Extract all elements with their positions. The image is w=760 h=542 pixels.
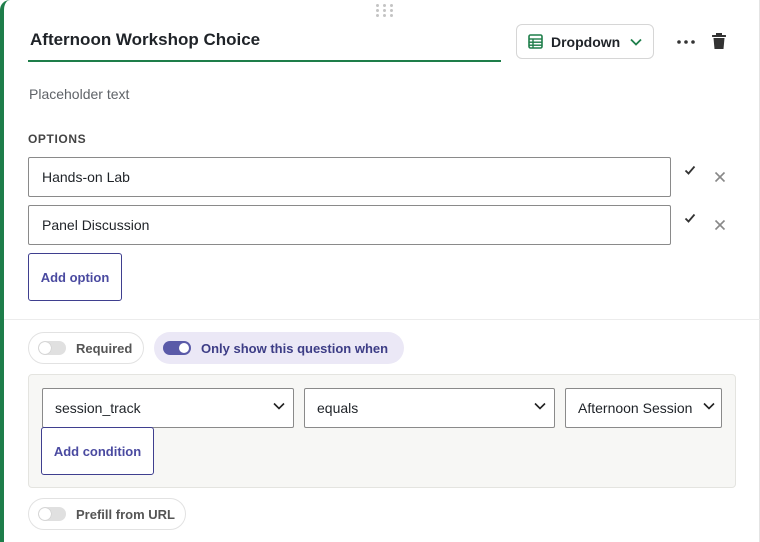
- condition-value-select[interactable]: Afternoon Session: [565, 388, 722, 428]
- question-title-input[interactable]: Afternoon Workshop Choice: [28, 18, 501, 62]
- toggle-switch: [38, 341, 66, 355]
- close-icon[interactable]: [714, 171, 726, 183]
- drag-handle-icon[interactable]: [374, 3, 396, 17]
- close-icon[interactable]: [714, 219, 726, 231]
- chevron-down-icon: [273, 402, 285, 410]
- prefill-label: Prefill from URL: [76, 506, 175, 522]
- question-type-select[interactable]: Dropdown: [516, 24, 654, 59]
- option-row: Panel Discussion: [28, 205, 748, 245]
- toggle-switch: [163, 341, 191, 355]
- chevron-down-icon: [534, 402, 546, 410]
- option-input[interactable]: Panel Discussion: [28, 205, 671, 245]
- option-row: Hands-on Lab: [28, 157, 748, 197]
- add-condition-button[interactable]: Add condition: [41, 427, 154, 475]
- section-divider: [4, 319, 760, 320]
- prefill-from-url-toggle[interactable]: Prefill from URL: [28, 498, 186, 530]
- condition-field-value: session_track: [55, 400, 141, 416]
- options-heading: OPTIONS: [28, 132, 87, 146]
- check-icon[interactable]: [684, 164, 696, 176]
- trash-icon[interactable]: [711, 32, 727, 50]
- conditional-display-toggle[interactable]: Only show this question when: [154, 332, 404, 364]
- conditional-display-label: Only show this question when: [201, 340, 389, 356]
- required-label: Required: [76, 340, 133, 356]
- question-card: Afternoon Workshop Choice Dropdown Place…: [0, 0, 760, 542]
- check-icon[interactable]: [684, 212, 696, 224]
- question-type-label: Dropdown: [551, 33, 621, 50]
- required-toggle[interactable]: Required: [28, 332, 144, 364]
- condition-panel: session_track equals Afternoon Session A…: [28, 374, 736, 488]
- placeholder-text-label[interactable]: Placeholder text: [29, 86, 129, 102]
- condition-value: Afternoon Session: [578, 400, 693, 416]
- condition-operator-value: equals: [317, 400, 359, 416]
- toggle-switch: [38, 507, 66, 521]
- option-input[interactable]: Hands-on Lab: [28, 157, 671, 197]
- chevron-down-icon: [630, 38, 642, 46]
- dropdown-type-icon: [528, 34, 543, 49]
- condition-operator-select[interactable]: equals: [304, 388, 555, 428]
- add-option-button[interactable]: Add option: [28, 253, 122, 301]
- condition-field-select[interactable]: session_track: [42, 388, 294, 428]
- chevron-down-icon: [703, 402, 715, 410]
- more-options-icon[interactable]: [676, 32, 696, 52]
